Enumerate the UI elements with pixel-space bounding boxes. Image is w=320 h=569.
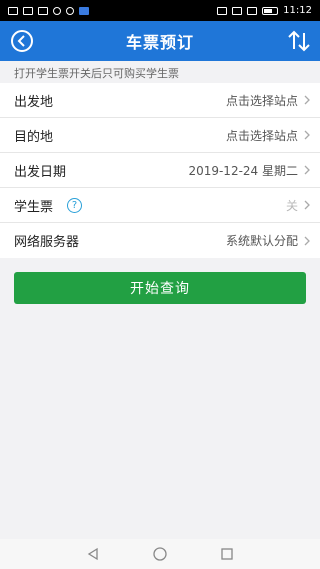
sim-icon	[8, 6, 18, 15]
nav-back-button[interactable]	[85, 546, 101, 562]
triangle-back-icon	[88, 547, 98, 561]
battery-icon	[262, 6, 279, 15]
message-icon	[66, 6, 74, 15]
chevron-right-icon	[304, 165, 310, 175]
status-left-icons	[8, 6, 89, 15]
row-value: 点击选择站点	[225, 93, 298, 108]
row-label: 出发地	[14, 94, 54, 110]
nav-recents-button[interactable]	[219, 546, 235, 562]
clock-icon	[53, 6, 61, 15]
help-icon[interactable]: ?	[67, 197, 83, 213]
signal-icon	[23, 6, 33, 15]
back-button[interactable]	[11, 30, 33, 52]
start-query-button[interactable]: 开始查询	[14, 272, 306, 304]
hint-text: 打开学生票开关后只可购买学生票	[14, 67, 179, 80]
chevron-right-icon	[304, 95, 310, 105]
row-value: 系统默认分配	[225, 234, 298, 248]
cellular-icon	[232, 6, 243, 15]
row-label: 网络服务器	[14, 235, 80, 250]
swap-stations-button[interactable]	[286, 29, 312, 53]
departure-date-row[interactable]: 出发日期 2019-12-24 星期二	[0, 153, 320, 188]
square-recents-icon	[220, 548, 233, 560]
arrival-station-row[interactable]: 目的地 点击选择站点	[0, 118, 320, 153]
booking-form: 出发地 点击选择站点 目的地 点击选择站点 出发日期 2019-12-24 星期…	[0, 83, 320, 258]
chevron-right-icon	[304, 200, 310, 210]
row-label-wrap: 学生票 ?	[14, 196, 286, 215]
vibrate-icon	[217, 6, 228, 15]
row-value: 2019-12-24 星期二	[188, 163, 298, 178]
nav-home-button[interactable]	[152, 546, 168, 562]
swap-arrows-icon	[288, 30, 310, 52]
student-ticket-hint: 打开学生票开关后只可购买学生票	[0, 61, 320, 81]
wifi-icon	[38, 6, 48, 15]
network-server-row[interactable]: 网络服务器 系统默认分配	[0, 223, 320, 258]
chevron-right-icon	[304, 130, 310, 140]
row-label: 出发日期	[14, 164, 67, 180]
student-ticket-row[interactable]: 学生票 ? 关	[0, 188, 320, 223]
notification-icon	[79, 6, 89, 15]
chevron-right-icon	[304, 236, 310, 245]
status-time: 11:12	[283, 5, 312, 16]
page-title: 车票预订	[125, 33, 194, 52]
chevron-left-icon	[17, 35, 25, 47]
row-label: 目的地	[14, 129, 54, 145]
app-header: 车票预订	[0, 21, 320, 61]
status-right: 11:12	[217, 5, 312, 16]
status-bar: 11:12	[0, 0, 320, 21]
circle-home-icon	[153, 547, 167, 561]
network-icon	[247, 6, 258, 15]
system-nav-bar	[0, 539, 320, 569]
row-value: 点击选择站点	[225, 128, 298, 143]
departure-station-row[interactable]: 出发地 点击选择站点	[0, 83, 320, 118]
row-label: 学生票	[14, 199, 54, 215]
row-value: 关	[285, 198, 298, 213]
